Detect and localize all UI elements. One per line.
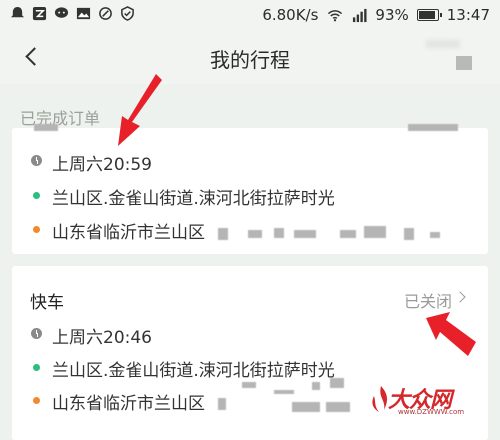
trip-start: 兰山区.金雀山街道.涑河北街拉萨时光 <box>52 361 335 381</box>
redacted-area <box>404 228 414 240</box>
battery-level <box>418 11 435 19</box>
battery-percent: 93% <box>375 6 409 24</box>
redacted-area <box>274 390 294 394</box>
redacted-area <box>292 402 320 412</box>
order-status[interactable]: 已关闭 <box>404 288 452 312</box>
trip-start: 兰山区.金雀山街道.涑河北街拉萨时光 <box>52 189 335 209</box>
gallery-icon <box>76 7 91 20</box>
trip-end: 山东省临沂市兰山区 <box>52 223 205 243</box>
wifi-icon <box>328 9 343 21</box>
redacted-area <box>218 398 226 410</box>
redacted-area <box>340 230 356 238</box>
redacted-area <box>218 228 228 240</box>
redacted-area <box>456 56 472 70</box>
qzone-icon <box>32 6 47 21</box>
status-bar: 6.80K/s 93% 13:47 <box>0 0 500 30</box>
trip-time: 上周六20:46 <box>52 328 152 348</box>
network-speed: 6.80K/s <box>262 6 319 24</box>
trip-card[interactable]: 上周六20:59 兰山区.金雀山街道.涑河北街拉萨时光 山东省临沂市兰山区 <box>12 124 488 254</box>
clock-time: 13:47 <box>446 6 490 24</box>
page-title: 我的行程 <box>210 48 290 72</box>
notification-icon <box>10 6 25 18</box>
redacted-area <box>326 402 350 412</box>
redacted-area <box>426 40 460 48</box>
start-point-icon <box>33 192 40 199</box>
nfc-icon <box>99 7 112 20</box>
trip-time: 上周六20:59 <box>52 155 152 175</box>
redacted-area <box>430 232 440 238</box>
redacted-area <box>274 228 284 238</box>
ride-type: 快车 <box>30 293 64 313</box>
watermark-url: www.DZWWW.com <box>398 408 465 416</box>
watermark-logo: 大众网 www.DZWWW.com <box>370 384 464 418</box>
status-bar-left <box>10 6 135 21</box>
redacted-area <box>242 382 256 388</box>
clock-icon <box>31 155 42 166</box>
redacted-area <box>248 230 262 238</box>
clock-icon <box>31 328 42 339</box>
status-bar-right: 6.80K/s 93% 13:47 <box>262 6 490 24</box>
end-point-icon <box>33 226 40 233</box>
nav-bar: 我的行程 <box>0 30 500 84</box>
redacted-area <box>312 382 320 390</box>
signal-icon <box>353 8 367 22</box>
redacted-area <box>294 230 316 238</box>
annotation-arrow <box>426 312 476 356</box>
section-label: 已完成订单 <box>20 109 101 128</box>
redacted-area <box>364 226 386 238</box>
vpn-icon <box>121 6 134 21</box>
annotation-arrow <box>118 74 162 146</box>
redacted-area <box>34 124 58 131</box>
start-point-icon <box>33 364 40 371</box>
redacted-area <box>408 124 458 131</box>
chevron-right-icon[interactable] <box>454 291 466 303</box>
redacted-area <box>330 378 344 388</box>
battery-icon <box>416 9 442 21</box>
end-point-icon <box>33 397 40 404</box>
wechat-icon <box>54 7 69 18</box>
trip-end: 山东省临沂市兰山区 <box>52 394 205 414</box>
